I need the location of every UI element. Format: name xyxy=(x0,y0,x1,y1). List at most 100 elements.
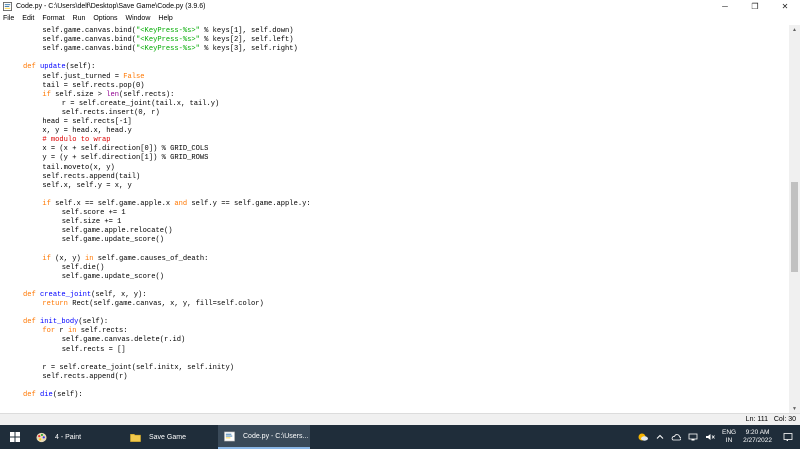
code-token: "<KeyPress-%s>" xyxy=(136,27,200,35)
code-token: r = self.create_joint(self.initx, self.i… xyxy=(42,363,234,372)
vertical-scrollbar[interactable]: ▲ ▼ xyxy=(789,25,800,413)
code-token: self.game.apple.relocate() xyxy=(61,227,173,236)
language-indicator[interactable]: ENG IN xyxy=(722,429,736,445)
code-editor[interactable]: self.game.canvas.bind("<KeyPress-%s>" % … xyxy=(0,25,789,413)
menu-edit[interactable]: Edit xyxy=(22,15,34,22)
language-code: ENG xyxy=(721,429,737,436)
code-line: self.rects = [] xyxy=(62,346,126,355)
code-token: Rect(self.game.canvas, x, y, fill=self.c… xyxy=(67,300,264,308)
menu-file[interactable]: File xyxy=(3,15,14,22)
minimize-button[interactable]: ─ xyxy=(710,0,740,12)
scroll-up-icon[interactable]: ▲ xyxy=(789,25,800,34)
code-token: (self): xyxy=(65,63,96,72)
code-token: r xyxy=(55,327,68,336)
window-controls: ─ ❐ ✕ xyxy=(710,0,800,12)
code-line: r = self.create_joint(self.initx, self.i… xyxy=(42,364,234,373)
start-button[interactable] xyxy=(0,425,30,449)
title-bar: Code.py - C:\Users\delf\Desktop\Save Gam… xyxy=(0,0,800,12)
column-indicator: Col: 30 xyxy=(773,416,796,423)
taskbar-item-paint[interactable]: 4 - Paint xyxy=(30,425,120,449)
code-token: % keys[3], self.right) xyxy=(199,45,298,54)
code-token: (self.rects): xyxy=(119,90,175,99)
code-token: x = (x + self.direction[0]) % GRID_COLS xyxy=(42,145,209,154)
code-token: x, y = head.x, head.y xyxy=(42,127,132,136)
volume-icon[interactable] xyxy=(705,433,715,441)
code-line: self.game.apple.relocate() xyxy=(62,227,173,236)
taskbar-item-save-game[interactable]: Save Game xyxy=(124,425,214,449)
code-token: self.rects = [] xyxy=(61,345,126,354)
code-token: self.rects.append(r) xyxy=(42,372,128,381)
idle-app-icon xyxy=(3,1,12,11)
code-token: (self, x, y): xyxy=(91,290,147,299)
code-token: self.score += 1 xyxy=(61,209,126,217)
code-line: self.rects.append(tail) xyxy=(42,173,140,182)
code-token: if xyxy=(42,254,51,263)
code-token: self.rects: xyxy=(76,327,128,336)
taskbar: 4 - Paint Save Game Code.py - C:\Users..… xyxy=(0,425,800,449)
code-token: if xyxy=(42,199,51,208)
code-line: def die(self): xyxy=(23,391,83,400)
code-line: def update(self): xyxy=(23,63,95,72)
code-token: self.rects.append(tail) xyxy=(42,172,141,181)
code-line: self.game.canvas.bind("<KeyPress-%s>" % … xyxy=(42,45,297,54)
code-line: self.rects.insert(0, r) xyxy=(62,109,160,118)
code-token: tail = self.rects.pop(0) xyxy=(42,81,145,90)
code-token: "<KeyPress-%s>" xyxy=(136,36,200,45)
code-line: self.x, self.y = x, y xyxy=(42,182,131,191)
code-token: (self): xyxy=(78,318,109,327)
weather-icon[interactable] xyxy=(637,431,649,443)
code-line: self.game.canvas.bind("<KeyPress-%s>" % … xyxy=(42,27,293,36)
code-token: "<KeyPress-%s>" xyxy=(136,45,200,54)
code-line: x, y = head.x, head.y xyxy=(42,127,131,136)
maximize-button[interactable]: ❐ xyxy=(740,0,770,12)
code-token: self.game.canvas.delete(r.id) xyxy=(61,336,186,345)
code-token: def xyxy=(23,63,36,72)
code-token: y = (y + self.direction[1]) % GRID_ROWS xyxy=(42,154,209,163)
taskbar-item-code-py[interactable]: Code.py - C:\Users... xyxy=(218,425,310,449)
scrollbar-thumb[interactable] xyxy=(791,182,798,272)
code-line: if (x, y) in self.game.causes_of_death: xyxy=(42,255,208,264)
close-button[interactable]: ✕ xyxy=(770,0,800,12)
clock[interactable]: 9:20 AM 2/27/2022 xyxy=(743,429,772,445)
code-token: self.x == self.game.apple.x xyxy=(50,199,175,208)
code-line: r = self.create_joint(tail.x, tail.y) xyxy=(62,100,220,109)
code-line: for r in self.rects: xyxy=(42,327,127,336)
code-line: tail = self.rects.pop(0) xyxy=(42,82,144,91)
notification-icon[interactable] xyxy=(780,425,796,449)
menu-bar: File Edit Format Run Options Window Help xyxy=(0,12,800,25)
folder-icon xyxy=(130,433,141,442)
line-indicator: Ln: 111 xyxy=(745,416,768,423)
code-line: self.game.update_score() xyxy=(62,236,164,245)
menu-run[interactable]: Run xyxy=(73,15,86,22)
code-token: (self): xyxy=(52,391,83,399)
code-token: self.rects.insert(0, r) xyxy=(61,108,160,117)
menu-options[interactable]: Options xyxy=(93,15,117,22)
windows-logo-icon xyxy=(10,432,20,442)
code-token: create_joint xyxy=(40,290,92,299)
code-token: self.game.causes_of_death: xyxy=(93,254,209,263)
language-region: IN xyxy=(725,437,733,444)
onedrive-icon[interactable] xyxy=(671,433,681,441)
chevron-up-icon[interactable] xyxy=(656,433,664,441)
code-token: head = self.rects[-1] xyxy=(42,118,132,126)
clock-date: 2/27/2022 xyxy=(743,437,772,444)
code-token: self.game.update_score() xyxy=(61,236,164,245)
code-token: self.game.canvas.bind( xyxy=(42,27,137,35)
scroll-down-icon[interactable]: ▼ xyxy=(789,404,800,413)
code-token: % keys[1], self.down) xyxy=(199,27,294,35)
code-line: self.just_turned = False xyxy=(42,73,144,82)
code-token: for xyxy=(42,327,56,336)
code-token: and xyxy=(174,199,188,208)
code-token: init_body xyxy=(40,318,79,327)
code-token: def xyxy=(23,290,36,299)
menu-format[interactable]: Format xyxy=(42,15,64,22)
menu-help[interactable]: Help xyxy=(158,15,172,22)
network-icon[interactable] xyxy=(688,433,698,441)
code-line: if self.size > len(self.rects): xyxy=(42,91,174,100)
code-token: self.game.update_score() xyxy=(61,272,164,281)
menu-window[interactable]: Window xyxy=(125,15,150,22)
code-token: return xyxy=(42,300,68,308)
taskbar-item-label: Code.py - C:\Users... xyxy=(243,432,309,440)
taskbar-item-label: 4 - Paint xyxy=(55,433,82,441)
status-bar: Ln: 111 Col: 30 xyxy=(0,413,800,425)
